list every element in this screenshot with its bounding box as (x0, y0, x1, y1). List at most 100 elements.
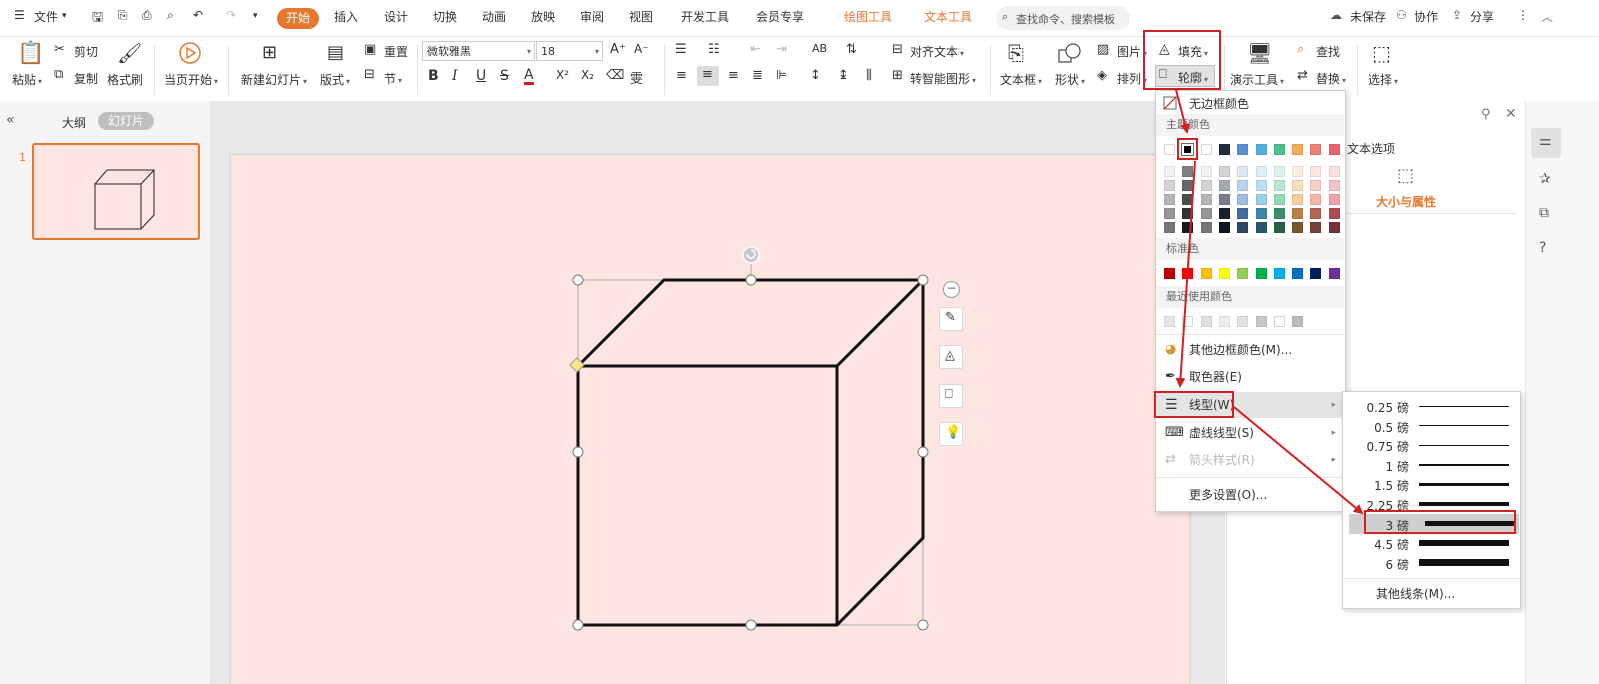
tab-text-tools[interactable]: 文本工具 (924, 8, 972, 25)
dash-style-item[interactable]: ⌨ 虚线线型(S) ▸ (1156, 420, 1344, 446)
tab-design[interactable]: 设计 (384, 8, 408, 25)
find-icon[interactable]: ⌕ (1297, 42, 1304, 57)
chevron-down-icon[interactable]: ▾ (62, 11, 67, 21)
subscript-icon[interactable]: X₂ (581, 68, 594, 82)
font-color-icon[interactable]: A (524, 68, 534, 85)
eyedropper-item[interactable]: ✒ 取色器(E) (1156, 364, 1344, 390)
copy-icon[interactable]: ⧉ (54, 67, 63, 82)
cut-button[interactable]: 剪切 (74, 43, 98, 60)
theme-shade-swatch[interactable] (1328, 222, 1340, 233)
theme-shade-swatch[interactable] (1164, 194, 1175, 205)
theme-color-swatch[interactable] (1164, 144, 1175, 155)
theme-color-swatch[interactable] (1200, 144, 1212, 155)
recent-color-swatch[interactable] (1164, 316, 1175, 327)
line-spacing-icon[interactable]: ↕ (810, 68, 821, 83)
font-grow-icon[interactable]: A⁺ (610, 42, 626, 57)
theme-shade-swatch[interactable] (1292, 222, 1304, 233)
theme-color-swatch[interactable] (1273, 144, 1285, 155)
replace-icon[interactable]: ⇄ (1297, 68, 1308, 83)
theme-shade-swatch[interactable] (1255, 194, 1267, 205)
tab-slideshow[interactable]: 放映 (531, 8, 555, 25)
more-vertical-icon[interactable]: ⋮ (1517, 8, 1529, 22)
theme-shade-swatch[interactable] (1310, 208, 1322, 219)
theme-shade-swatch[interactable] (1292, 194, 1304, 205)
tab-slides[interactable]: 幻灯片 (98, 112, 154, 130)
tab-animation[interactable]: 动画 (482, 8, 506, 25)
recent-color-swatch[interactable] (1182, 316, 1194, 327)
align-left-icon[interactable]: ≡ (676, 68, 687, 83)
theme-shade-swatch[interactable] (1310, 166, 1322, 177)
theme-shade-swatch[interactable] (1237, 208, 1249, 219)
theme-color-swatch[interactable] (1310, 144, 1322, 155)
cube-shape[interactable] (560, 240, 970, 640)
line-weight-item[interactable]: 4.5 磅 (1343, 533, 1519, 553)
theme-shade-swatch[interactable] (1200, 180, 1212, 191)
select-icon[interactable]: ⬚ (1372, 41, 1391, 65)
numbered-list-icon[interactable]: ☷ (708, 42, 720, 57)
theme-shade-swatch[interactable] (1328, 180, 1340, 191)
idea-tool-button[interactable]: 💡 (939, 422, 963, 446)
font-shrink-icon[interactable]: A⁻ (634, 42, 649, 56)
theme-shade-swatch[interactable] (1218, 166, 1230, 177)
play-icon[interactable] (178, 41, 202, 65)
theme-shade-swatch[interactable] (1237, 166, 1249, 177)
paste-button[interactable]: 粘贴 (12, 71, 42, 88)
textbox-icon[interactable]: ⎘ (1008, 41, 1024, 65)
standard-color-swatch[interactable] (1200, 268, 1212, 279)
presentation-tools-button[interactable]: 演示工具 (1230, 71, 1284, 88)
standard-color-swatch[interactable] (1310, 268, 1322, 279)
theme-shade-swatch[interactable] (1237, 194, 1249, 205)
line-weight-item[interactable]: 0.25 磅 (1343, 396, 1519, 416)
recent-color-swatch[interactable] (1218, 316, 1230, 327)
theme-shade-swatch[interactable] (1255, 180, 1267, 191)
theme-shade-swatch[interactable] (1292, 208, 1304, 219)
tab-outline[interactable]: 大纲 (62, 114, 86, 131)
underline-icon[interactable]: U (476, 68, 486, 84)
italic-icon[interactable]: I (452, 68, 458, 84)
theme-shade-swatch[interactable] (1273, 208, 1285, 219)
find-button[interactable]: 查找 (1316, 43, 1340, 60)
line-weight-item[interactable]: 6 磅 (1343, 553, 1519, 573)
textbox-button[interactable]: 文本框 (1000, 71, 1042, 88)
theme-shade-swatch[interactable] (1328, 208, 1340, 219)
tab-drawing-tools[interactable]: 绘图工具 (844, 8, 892, 25)
export-icon[interactable]: ⎘ (118, 8, 128, 23)
theme-shade-swatch[interactable] (1164, 222, 1175, 233)
theme-shade-swatch[interactable] (1182, 166, 1194, 177)
theme-shade-swatch[interactable] (1218, 208, 1230, 219)
align-text-icon[interactable]: ⊟ (892, 42, 903, 57)
theme-shade-swatch[interactable] (1237, 180, 1249, 191)
standard-color-swatch[interactable] (1255, 268, 1267, 279)
theme-shade-swatch[interactable] (1218, 222, 1230, 233)
theme-shade-swatch[interactable] (1273, 194, 1285, 205)
new-slide-icon[interactable]: ⊞ (262, 42, 277, 63)
smartart-icon[interactable]: ⊞ (892, 68, 903, 83)
standard-color-swatch[interactable] (1328, 268, 1340, 279)
font-name-select[interactable]: 微软雅黑 ▾ (422, 41, 535, 61)
close-icon[interactable]: ✕ (1505, 106, 1517, 122)
theme-shade-swatch[interactable] (1182, 180, 1194, 191)
theme-shade-swatch[interactable] (1310, 194, 1322, 205)
standard-color-swatch[interactable] (1182, 268, 1194, 279)
pin-icon[interactable]: ⚲ (1481, 107, 1491, 122)
section-icon[interactable]: ⊟ (364, 67, 375, 82)
theme-shade-swatch[interactable] (1182, 208, 1194, 219)
print-icon[interactable]: ⎙ (142, 8, 152, 23)
paste-icon[interactable]: 📋 (17, 41, 44, 66)
format-painter-button[interactable]: 格式刷 (107, 71, 143, 88)
theme-shade-swatch[interactable] (1200, 194, 1212, 205)
theme-shade-swatch[interactable] (1164, 180, 1175, 191)
picture-icon[interactable]: ▨ (1097, 42, 1109, 57)
recent-color-swatch[interactable] (1292, 316, 1304, 327)
copy-button[interactable]: 复制 (74, 70, 98, 87)
standard-color-swatch[interactable] (1237, 268, 1249, 279)
file-menu[interactable]: 文件 (34, 8, 58, 25)
text-direction-icon[interactable]: AB (812, 42, 827, 55)
tab-member[interactable]: 会员专享 (756, 8, 804, 25)
star-icon[interactable]: ✰ (1539, 171, 1551, 187)
sort-icon[interactable]: ⇅ (846, 42, 857, 57)
slide-thumbnail[interactable] (32, 143, 200, 240)
section-button[interactable]: 节 (384, 70, 402, 87)
distribute-icon[interactable]: ⊫ (776, 68, 787, 83)
line-weight-item[interactable]: 1.5 磅 (1343, 474, 1519, 494)
